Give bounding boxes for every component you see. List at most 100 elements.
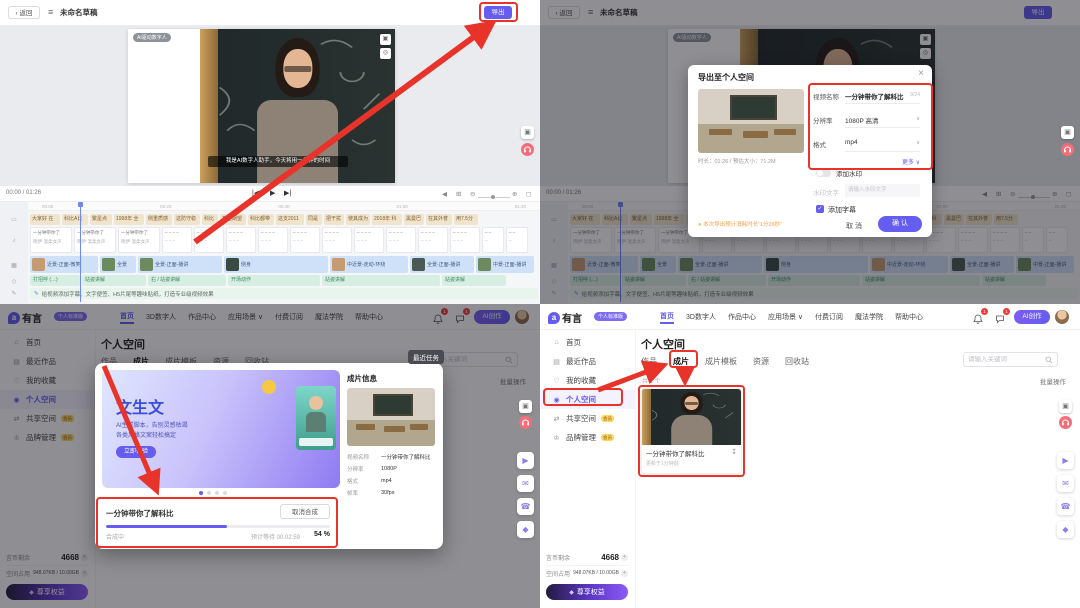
tab[interactable]: 成片模板 bbox=[705, 356, 737, 367]
timeline-ruler[interactable]: 00:00 00:20 00:40 01:00 01:20 bbox=[28, 202, 540, 211]
add-space-icon[interactable]: + bbox=[621, 569, 628, 577]
voice-clip[interactable]: – – – bbox=[506, 227, 528, 253]
watermark-toggle[interactable] bbox=[816, 169, 831, 177]
caption-clip[interactable]: 科比 bbox=[202, 214, 218, 225]
subtitle-checkbox[interactable]: ✓ bbox=[816, 205, 824, 213]
action-clip[interactable]: 打招呼 (…) bbox=[30, 275, 80, 286]
search-box[interactable] bbox=[963, 352, 1058, 367]
caption-clip[interactable]: 科比A比 bbox=[62, 214, 88, 225]
prev-frame-button[interactable]: |◀ bbox=[252, 189, 259, 197]
track-type-icon[interactable]: ▭ bbox=[0, 214, 28, 228]
cancel-button[interactable]: 取 消 bbox=[846, 221, 862, 231]
caption-clip[interactable]: 2018年 科 bbox=[372, 214, 402, 225]
caption-clip[interactable]: 把干扰 bbox=[324, 214, 344, 225]
caption-clip[interactable]: 有些期望 bbox=[220, 214, 246, 225]
track-type-icon[interactable]: ✎ bbox=[0, 289, 28, 300]
format-select[interactable]: mp4 bbox=[845, 139, 858, 146]
track-type-icon[interactable]: ♪ bbox=[0, 228, 28, 257]
nav-item[interactable]: 魔法学院 bbox=[855, 312, 883, 322]
panel-toggle-icon[interactable]: ▣ bbox=[521, 126, 534, 139]
floating-widget-icon[interactable]: ✉ bbox=[1057, 475, 1074, 492]
confirm-button[interactable]: 确 认 bbox=[878, 216, 922, 232]
caption-clip[interactable]: 用7.5分 bbox=[454, 214, 478, 225]
camera-clip[interactable]: 中近景-走动-环绕 bbox=[330, 256, 408, 273]
action-clip[interactable]: 站姿讲解 bbox=[322, 275, 440, 286]
banner-cta-button[interactable]: 立即体验 bbox=[116, 446, 156, 458]
caption-clip[interactable]: 1998年 全 bbox=[114, 214, 144, 225]
camera-clip[interactable]: 中景-正面-播讲 bbox=[476, 256, 534, 273]
voice-clip[interactable]: – – – –– – – bbox=[258, 227, 288, 253]
caption-clip[interactable]: 侧重质感 bbox=[146, 214, 172, 225]
voice-clip[interactable]: – – – –– – – bbox=[354, 227, 384, 253]
chevron-down-icon[interactable]: ∨ bbox=[916, 116, 920, 122]
voice-clip[interactable]: – – – –– – – bbox=[418, 227, 448, 253]
voice-clip[interactable]: 一分钟带你了 晓伊·温柔女声 bbox=[118, 227, 160, 253]
caption-clip[interactable]: 黑曼巴 bbox=[404, 214, 424, 225]
batch-operations-link[interactable]: 批量操作 bbox=[1040, 376, 1066, 386]
nav-item[interactable]: 3D数字人 bbox=[686, 312, 716, 322]
cancel-synthesis-button[interactable]: 取消合成 bbox=[280, 504, 330, 519]
floating-widget-icon[interactable]: ☎ bbox=[1057, 498, 1074, 515]
video-name-value[interactable]: 一分钟带你了解科比 bbox=[845, 91, 904, 101]
floating-widget-icon[interactable]: ☎ bbox=[517, 498, 534, 515]
voice-clip[interactable]: – – – –– – – bbox=[450, 227, 480, 253]
sidebar-item[interactable]: ⌂ 首页 bbox=[540, 333, 635, 352]
floating-widget-icon[interactable]: ◆ bbox=[1057, 521, 1074, 538]
message-icon[interactable]: 1 bbox=[995, 308, 1010, 329]
canvas-tool-1-icon[interactable]: ▣ bbox=[380, 34, 391, 45]
camera-clip[interactable]: 全景-正面-播讲 bbox=[410, 256, 474, 273]
caption-clip[interactable]: 科比都带 bbox=[248, 214, 274, 225]
tab[interactable]: 回收站 bbox=[785, 356, 809, 367]
tab[interactable]: 成片 bbox=[673, 356, 689, 367]
voice-clip[interactable]: – – – –– – – bbox=[290, 227, 320, 253]
voice-clip[interactable]: – – – –– – – bbox=[386, 227, 416, 253]
playhead[interactable] bbox=[78, 202, 83, 302]
watermark-text-input[interactable]: 请输入水印文字 bbox=[845, 184, 920, 197]
edit-icon[interactable]: ✎ bbox=[896, 92, 900, 98]
caption-clip[interactable]: 繁星点 bbox=[90, 214, 112, 225]
menu-icon[interactable]: ≡ bbox=[48, 6, 53, 19]
camera-clip[interactable]: 近景-正面-微笑 bbox=[30, 256, 98, 273]
search-input[interactable] bbox=[968, 356, 1042, 363]
caption-clip[interactable]: 大家好 在 bbox=[30, 214, 60, 225]
support-headset-icon[interactable] bbox=[519, 416, 532, 429]
camera-clip[interactable]: 全景 bbox=[100, 256, 136, 273]
zoom-in-icon[interactable]: ⊕ bbox=[512, 190, 517, 198]
zoom-out-icon[interactable]: ⊖ bbox=[470, 190, 475, 198]
sidebar-item[interactable]: ⇄ 共享空间 会员 bbox=[540, 409, 635, 428]
nav-item[interactable]: 作品中心 bbox=[728, 312, 756, 322]
voice-clip[interactable]: – – – –– – – bbox=[194, 227, 224, 253]
video-canvas[interactable]: AI驱动数字人 ▣ ◎ 我是AI数字人助手，今天将用一分钟的时间 bbox=[128, 29, 395, 183]
action-clip[interactable]: 开场动作 bbox=[228, 275, 320, 286]
nav-item[interactable]: 首页 bbox=[660, 311, 674, 324]
fullscreen-icon[interactable]: ◻ bbox=[526, 190, 531, 198]
sidebar-item[interactable]: ♔ 品牌管理 会员 bbox=[540, 428, 635, 447]
voice-clip[interactable]: – – – –– – – bbox=[162, 227, 192, 253]
carousel-dots[interactable] bbox=[199, 491, 227, 495]
support-headset-icon[interactable] bbox=[521, 143, 534, 156]
nav-item[interactable]: 付费订阅 bbox=[815, 312, 843, 322]
voice-clip[interactable]: – – – –– – – bbox=[322, 227, 352, 253]
track-type-icon[interactable]: ▦ bbox=[0, 257, 28, 276]
canvas-tool-2-icon[interactable]: ◎ bbox=[380, 48, 391, 59]
tab[interactable]: 资源 bbox=[753, 356, 769, 367]
caption-clip[interactable]: 在其外誉 bbox=[426, 214, 452, 225]
add-coins-icon[interactable]: + bbox=[621, 554, 628, 561]
voice-clip[interactable]: 一分钟带你了 晓伊·温柔女声 bbox=[30, 227, 72, 253]
more-options-link[interactable]: 更多 ∨ bbox=[902, 157, 920, 166]
timeline-zoom-slider[interactable] bbox=[478, 195, 510, 199]
support-headset-icon[interactable] bbox=[1059, 416, 1072, 429]
benefits-button[interactable]: ◆ 尊享权益 bbox=[546, 584, 628, 600]
back-button[interactable]: ‹ 返回 bbox=[8, 6, 40, 19]
floating-widget-icon[interactable]: ✉ bbox=[517, 475, 534, 492]
floating-widget-icon[interactable]: ◆ bbox=[517, 521, 534, 538]
sidebar-item[interactable]: ♡ 我的收藏 bbox=[540, 371, 635, 390]
support-headset-icon[interactable] bbox=[1061, 143, 1074, 156]
resolution-select[interactable]: 1080P 高清 bbox=[845, 115, 878, 125]
notification-bell-icon[interactable]: 1 bbox=[973, 308, 988, 329]
action-clip[interactable]: 站姿讲解 bbox=[442, 275, 506, 286]
panel-toggle-icon[interactable]: ▣ bbox=[1061, 126, 1074, 139]
download-icon[interactable]: ↧ bbox=[731, 448, 737, 456]
caption-clip[interactable]: 这支2011 bbox=[276, 214, 304, 225]
video-card[interactable]: 一分钟带你了解科比 ↧ 更新于1分钟前 bbox=[641, 388, 742, 474]
